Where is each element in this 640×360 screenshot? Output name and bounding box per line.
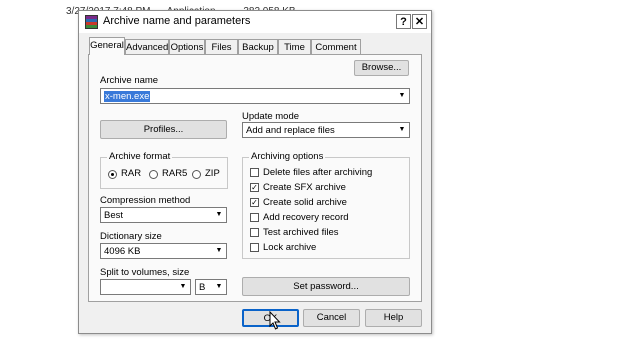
tab-advanced[interactable]: Advanced — [125, 39, 169, 54]
create-solid-label: Create solid archive — [263, 197, 347, 208]
compression-method-value: Best — [104, 210, 124, 221]
chevron-down-icon[interactable]: ▼ — [213, 281, 225, 293]
format-rar-radio[interactable] — [108, 170, 117, 179]
chevron-down-icon[interactable]: ▼ — [213, 209, 225, 221]
archive-name-field[interactable]: x-men.exe ▼ — [100, 88, 410, 104]
split-unit-select[interactable]: B ▼ — [195, 279, 227, 295]
dialog-titlebar: Archive name and parameters ? ✕ — [79, 11, 431, 33]
format-rar5-label: RAR5 — [162, 168, 188, 179]
update-mode-value: Add and replace files — [246, 125, 335, 136]
cancel-button[interactable]: Cancel — [303, 309, 360, 327]
tab-files[interactable]: Files — [205, 39, 238, 54]
general-panel: Archive name Browse... x-men.exe ▼ Updat… — [88, 54, 422, 302]
archiving-options-label: Archiving options — [249, 151, 326, 162]
chevron-down-icon[interactable]: ▼ — [396, 124, 408, 136]
test-files-label: Test archived files — [263, 227, 339, 238]
dictionary-size-value: 4096 KB — [104, 246, 141, 257]
recovery-record-checkbox[interactable] — [250, 213, 259, 222]
test-files-checkbox[interactable] — [250, 228, 259, 237]
create-sfx-checkbox[interactable]: ✓ — [250, 183, 259, 192]
chevron-down-icon[interactable]: ▼ — [396, 90, 408, 102]
lock-archive-label: Lock archive — [263, 242, 317, 253]
tab-general[interactable]: General — [89, 37, 125, 55]
tab-comment[interactable]: Comment — [311, 39, 361, 54]
archive-dialog: Archive name and parameters ? ✕ General … — [78, 10, 432, 334]
dialog-title: Archive name and parameters — [103, 15, 251, 27]
create-sfx-label: Create SFX archive — [263, 182, 346, 193]
update-mode-label: Update mode — [242, 111, 300, 122]
lock-archive-checkbox[interactable] — [250, 243, 259, 252]
compression-method-select[interactable]: Best ▼ — [100, 207, 227, 223]
compression-method-label: Compression method — [100, 195, 191, 206]
format-rar5-radio[interactable] — [149, 170, 158, 179]
browse-button[interactable]: Browse... — [354, 60, 409, 76]
archive-format-label: Archive format — [107, 151, 173, 162]
mouse-cursor-icon — [269, 311, 281, 330]
tab-time[interactable]: Time — [278, 39, 311, 54]
archive-name-label: Archive name — [100, 75, 159, 86]
recovery-record-label: Add recovery record — [263, 212, 349, 223]
format-zip-label: ZIP — [205, 168, 220, 179]
update-mode-select[interactable]: Add and replace files ▼ — [242, 122, 410, 138]
format-zip-radio[interactable] — [192, 170, 201, 179]
split-unit-value: B — [199, 282, 206, 293]
dictionary-size-label: Dictionary size — [100, 231, 162, 242]
archiving-options-group: Archiving options Delete files after arc… — [242, 151, 410, 259]
profiles-button[interactable]: Profiles... — [100, 120, 227, 139]
winrar-icon — [85, 15, 98, 29]
split-volumes-label: Split to volumes, size — [100, 267, 190, 278]
tab-options[interactable]: Options — [169, 39, 205, 54]
create-solid-checkbox[interactable]: ✓ — [250, 198, 259, 207]
format-rar-label: RAR — [121, 168, 142, 179]
split-volumes-select[interactable]: ▼ — [100, 279, 191, 295]
tab-backup[interactable]: Backup — [238, 39, 278, 54]
close-button[interactable]: ✕ — [412, 14, 427, 29]
delete-files-checkbox[interactable] — [250, 168, 259, 177]
archive-format-group: Archive format RAR RAR5 ZIP — [100, 151, 228, 189]
chevron-down-icon[interactable]: ▼ — [177, 281, 189, 293]
chevron-down-icon[interactable]: ▼ — [213, 245, 225, 257]
delete-files-label: Delete files after archiving — [263, 167, 373, 178]
help-title-button[interactable]: ? — [396, 14, 411, 29]
dictionary-size-select[interactable]: 4096 KB ▼ — [100, 243, 227, 259]
help-button[interactable]: Help — [365, 309, 422, 327]
archive-name-value: x-men.exe — [104, 91, 151, 102]
set-password-button[interactable]: Set password... — [242, 277, 410, 296]
